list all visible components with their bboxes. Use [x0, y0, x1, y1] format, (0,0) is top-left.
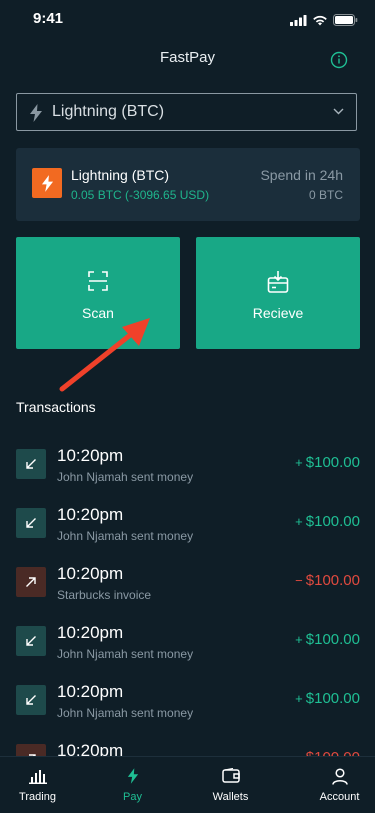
receive-icon	[267, 271, 289, 293]
tab-label: Wallets	[212, 791, 249, 803]
tab-pay[interactable]: Pay	[95, 757, 170, 813]
battery-icon	[333, 14, 358, 26]
transaction-desc: John Njamah sent money	[57, 529, 194, 543]
transaction-time: 10:20pm	[57, 564, 124, 583]
receive-button-label: Recieve	[252, 305, 304, 321]
transaction-row[interactable]: 10:20pm John Njamah sent money + $100.00	[0, 434, 375, 493]
chevron-down-icon	[333, 108, 344, 115]
transaction-time: 10:20pm	[57, 446, 124, 465]
outgoing-arrow-icon	[16, 567, 46, 597]
status-time: 9:41	[33, 10, 64, 27]
transaction-desc: John Njamah sent money	[57, 470, 194, 484]
status-bar: 9:41	[0, 0, 375, 44]
bolt-icon	[127, 768, 138, 784]
transaction-amount: + $100.00	[295, 631, 360, 648]
spend-value: 0 BTC	[308, 188, 343, 202]
transaction-desc: John Njamah sent money	[57, 706, 194, 720]
scan-button[interactable]: Scan	[16, 237, 180, 349]
incoming-arrow-icon	[16, 508, 46, 538]
network-select-value: Lightning (BTC)	[52, 103, 165, 120]
info-button[interactable]	[330, 51, 348, 69]
transaction-row[interactable]: 10:20pm John Njamah sent money + $100.00	[0, 670, 375, 729]
transactions-title: Transactions	[16, 399, 96, 415]
tab-bar: Trading Pay Wallets Account	[0, 756, 375, 813]
tab-label: Account	[319, 791, 360, 803]
transaction-amount: −$100.00	[295, 572, 360, 589]
wallet-icon	[221, 768, 240, 783]
page-title: FastPay	[159, 49, 216, 66]
tab-label: Trading	[19, 791, 56, 803]
incoming-arrow-icon	[16, 626, 46, 656]
info-icon	[330, 51, 348, 69]
scan-icon	[88, 271, 108, 291]
tab-account[interactable]: Account	[302, 757, 375, 813]
tab-trading[interactable]: Trading	[0, 757, 75, 813]
bolt-icon	[41, 174, 53, 192]
receive-button[interactable]: Recieve	[196, 237, 360, 349]
tab-wallets[interactable]: Wallets	[193, 757, 268, 813]
wifi-icon	[313, 15, 327, 25]
incoming-arrow-icon	[16, 449, 46, 479]
transaction-row[interactable]: 10:20pm John Njamah sent money + $100.00	[0, 493, 375, 552]
incoming-arrow-icon	[16, 685, 46, 715]
transaction-time: 10:20pm	[57, 682, 124, 701]
transaction-time: 10:20pm	[57, 505, 124, 524]
bar-chart-icon	[28, 770, 47, 784]
transaction-desc: Starbucks invoice	[57, 588, 152, 602]
status-icons	[290, 14, 358, 26]
transaction-amount: + $100.00	[295, 513, 360, 530]
network-select[interactable]: Lightning (BTC)	[16, 93, 357, 131]
transaction-row[interactable]: 10:20pm Starbucks invoice − $100.00	[0, 552, 375, 611]
wallet-card: Lightning (BTC) 0.05 BTC (-3096.65 USD) …	[16, 148, 360, 221]
transaction-time: 10:20pm	[57, 623, 124, 642]
wallet-balance: 0.05 BTC (-3096.65 USD)	[71, 188, 210, 202]
bolt-icon	[30, 104, 42, 122]
tab-label: Pay	[123, 791, 142, 803]
wallet-name: Lightning (BTC)	[71, 167, 170, 183]
lightning-logo	[32, 168, 62, 198]
user-icon	[331, 768, 348, 785]
spend-label: Spend in 24h	[260, 167, 343, 183]
transaction-desc: John Njamah sent money	[57, 647, 194, 661]
signal-icon	[290, 14, 307, 26]
transaction-amount: + $100.00	[295, 454, 360, 471]
transaction-row[interactable]: 10:20pm John Njamah sent money + $100.00	[0, 611, 375, 670]
transaction-amount: + $100.00	[295, 690, 360, 707]
scan-button-label: Scan	[82, 305, 114, 321]
